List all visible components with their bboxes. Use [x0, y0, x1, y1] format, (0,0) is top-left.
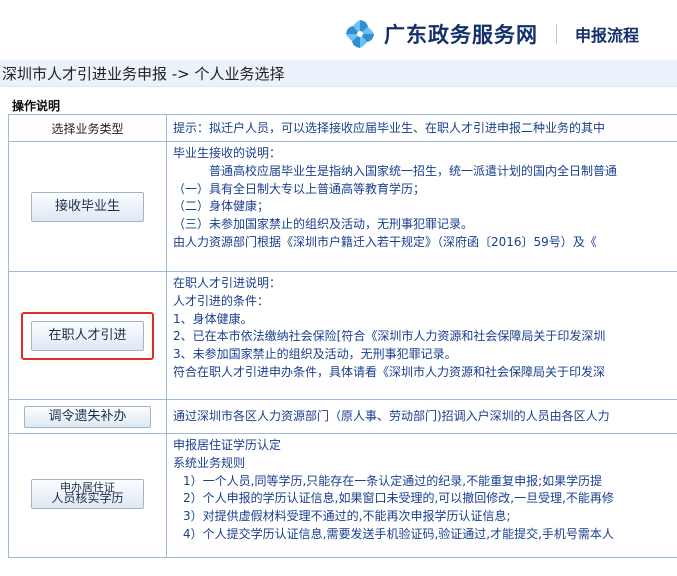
table-row: 调令遗失补办 通过深圳市各区人力资源部门（原人事、劳动部门)招调入户深圳的人员由… [8, 399, 677, 434]
accept-graduate-button[interactable]: 接收毕业生 [31, 191, 144, 222]
description-line: 由人力资源部门根据《深圳市户籍迁入若干规定》（深府函〔2016〕59号）及《 [173, 234, 597, 249]
description-line: 1、身体健康。 [173, 311, 253, 326]
description-line: 4）个人提交学历认证信息,需要发送手机验证码,验证通过,才能提交,手机号需本人 [183, 526, 614, 541]
description-cell: 通过深圳市各区人力资源部门（原人事、劳动部门)招调入户深圳的人员由各区人力 [166, 399, 677, 434]
header-divider [556, 24, 557, 44]
button-cell: 申办居住证 人员核实学历 [8, 433, 167, 558]
employed-talent-button[interactable]: 在职人才引进 [31, 320, 144, 351]
site-header: 广东政务服务网 申报流程 [0, 0, 677, 60]
transfer-order-reissue-button[interactable]: 调令遗失补办 [24, 405, 151, 428]
description-line: 3）对提供虚假材料受理不通过的,不能再次申报学历认证信息; [183, 509, 511, 524]
description-line: （一）具有全日制大专以上普通高等教育学历； [173, 181, 426, 196]
highlight-box: 在职人才引进 [21, 311, 154, 360]
description-line: 2、已在本市依法缴纳社会保险[符合《深圳市人力资源和社会保障局关于印发深圳 [173, 329, 606, 344]
description-line: 1）一个人员,同等学历,只能存在一条认定通过的纪录,不能重复申报;如果学历提 [183, 473, 603, 488]
button-cell: 接收毕业生 [8, 141, 167, 272]
button-label-line2: 人员核实学历 [51, 491, 124, 505]
description-cell: 在职人才引进说明： 人才引进的条件： 1、身体健康。 2、已在本市依法缴纳社会保… [166, 271, 677, 400]
description-line: （二）身体健康； [173, 199, 270, 214]
description-line: 在职人才引进说明： [173, 276, 282, 290]
pinwheel-logo-icon [346, 20, 374, 48]
description-line: （三）未参加国家禁止的组织及活动，无刑事犯罪记录。 [173, 217, 474, 232]
table-row: 申办居住证 人员核实学历 申报居住证学历认定 系统业务规则 1）一个人员,同等学… [8, 433, 677, 558]
table-row: 在职人才引进 在职人才引进说明： 人才引进的条件： 1、身体健康。 2、已在本市… [8, 271, 677, 400]
table-row: 接收毕业生 毕业生接收的说明： 普通高校应届毕业生是指纳入国家统一招生，统一派遣… [8, 141, 677, 272]
description-cell: 毕业生接收的说明： 普通高校应届毕业生是指纳入国家统一招生，统一派遣计划的国内全… [166, 141, 677, 272]
breadcrumb: 深圳市人才引进业务申报 -> 个人业务选择 [0, 60, 677, 87]
description-line: 申报居住证学历认定 [173, 438, 282, 452]
tip-text: 提示：拟迁户人员，可以选择接收应届毕业生、在职人才引进申报二种业务的其中 [166, 114, 677, 142]
description-line: 系统业务规则 [173, 455, 246, 470]
breadcrumb-text: 深圳市人才引进业务申报 -> 个人业务选择 [2, 65, 285, 83]
description-line: 3、未参加国家禁止的组织及活动，无刑事犯罪记录。 [173, 347, 457, 362]
column-header-business-type: 选择业务类型 [8, 114, 167, 142]
table-header-row: 选择业务类型 提示：拟迁户人员，可以选择接收应届毕业生、在职人才引进申报二种业务… [8, 114, 677, 142]
business-type-table: 选择业务类型 提示：拟迁户人员，可以选择接收应届毕业生、在职人才引进申报二种业务… [8, 114, 677, 558]
description-line: 人才引进的条件： [173, 293, 270, 308]
description-line: 2）个人申报的学历认证信息,如果窗口未受理的,可以撤回修改,一旦受理,不能再修 [183, 491, 614, 506]
description-line: 通过深圳市各区人力资源部门（原人事、劳动部门)招调入户深圳的人员由各区人力 [173, 409, 610, 424]
apply-process-link[interactable]: 申报流程 [575, 22, 639, 46]
section-title: 操作说明 [12, 99, 61, 113]
site-name[interactable]: 广东政务服务网 [384, 19, 538, 49]
description-line: 毕业生接收的说明： [173, 146, 282, 160]
description-line: 普通高校应届毕业生是指纳入国家统一招生，统一派遣计划的国内全日制普通 [209, 163, 618, 178]
description-line: 符合在职人才引进申办条件，具体请看《深圳市人力资源和社会保障局关于印发深 [173, 364, 606, 379]
button-cell: 调令遗失补办 [8, 399, 167, 434]
residence-permit-education-button[interactable]: 申办居住证 人员核实学历 [31, 479, 144, 509]
description-cell: 申报居住证学历认定 系统业务规则 1）一个人员,同等学历,只能存在一条认定通过的… [166, 433, 677, 558]
button-cell: 在职人才引进 [8, 271, 167, 400]
